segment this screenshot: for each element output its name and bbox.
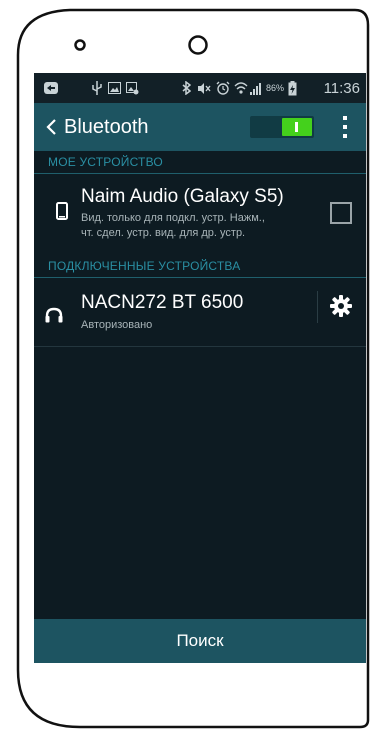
my-device-name: Naim Audio (Galaxy S5) [81, 186, 284, 207]
visibility-checkbox[interactable] [330, 202, 352, 224]
action-bar: Bluetooth [34, 103, 366, 151]
search-button-label: Поиск [176, 631, 224, 650]
status-bar: 86% 11:36 [34, 73, 366, 103]
messenger-icon [44, 73, 58, 103]
photo-icon [126, 73, 139, 103]
my-device-row[interactable]: Naim Audio (Galaxy S5) Вид. только для п… [34, 174, 366, 255]
bluetooth-icon [182, 73, 191, 103]
image-icon [108, 73, 121, 103]
connected-device-row[interactable]: NACN272 BT 6500 Авторизовано [34, 278, 366, 346]
wifi-icon [234, 73, 248, 103]
battery-percent: 86% [266, 83, 285, 93]
overflow-menu-icon[interactable] [342, 115, 348, 139]
screen: 86% 11:36 Bluetooth МОЕ УСТРОЙСТВО Naim … [34, 73, 366, 663]
connected-device-name: NACN272 BT 6500 [81, 292, 244, 313]
back-icon[interactable] [42, 117, 62, 137]
section-header-connected: ПОДКЛЮЧЕННЫЕ УСТРОЙСТВА [34, 255, 366, 278]
section-header-my-device: МОЕ УСТРОЙСТВО [34, 151, 366, 174]
my-device-description-line1: Вид. только для подкл. устр. Нажм., [81, 212, 265, 224]
list-divider [34, 346, 366, 347]
connected-device-status: Авторизовано [81, 319, 153, 331]
search-button[interactable]: Поиск [34, 619, 366, 663]
gear-icon[interactable] [330, 295, 352, 322]
toggle-knob [282, 118, 312, 136]
settings-divider [317, 291, 318, 323]
status-time: 11:36 [323, 79, 360, 97]
headphones-icon [45, 307, 63, 328]
alarm-icon [216, 73, 230, 103]
usb-icon [92, 73, 102, 103]
phone-icon [56, 202, 68, 225]
section-header-label: ПОДКЛЮЧЕННЫЕ УСТРОЙСТВА [48, 259, 241, 273]
battery-charging-icon [288, 73, 297, 103]
section-header-label: МОЕ УСТРОЙСТВО [48, 155, 163, 169]
mute-icon [196, 73, 212, 103]
my-device-description-line2: чт. сдел. устр. вид. для др. устр. [81, 227, 246, 239]
page-title[interactable]: Bluetooth [64, 103, 149, 151]
bluetooth-toggle[interactable] [250, 116, 314, 138]
signal-icon [250, 73, 264, 103]
